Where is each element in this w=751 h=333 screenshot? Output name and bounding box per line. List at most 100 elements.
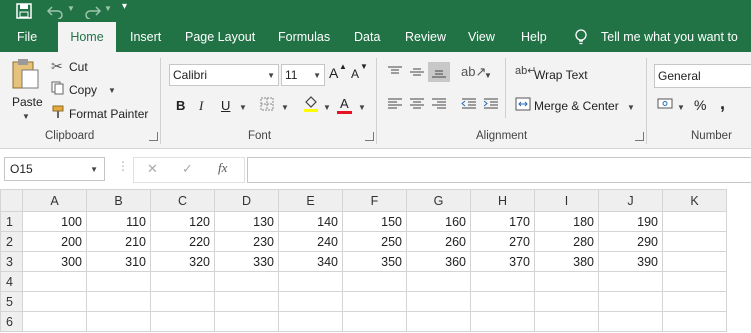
- fill-color-dropdown-icon[interactable]: ▼: [323, 103, 331, 112]
- borders-icon[interactable]: [260, 97, 274, 111]
- cell-a3[interactable]: 300: [22, 251, 87, 272]
- copy-icon[interactable]: [51, 81, 65, 95]
- cell-j2[interactable]: 290: [598, 231, 663, 252]
- align-left-icon[interactable]: [386, 97, 404, 111]
- cell-a2[interactable]: 200: [22, 231, 87, 252]
- cell-f4[interactable]: [342, 271, 407, 292]
- italic-button[interactable]: I: [199, 98, 203, 114]
- accounting-dropdown-icon[interactable]: ▼: [677, 103, 685, 112]
- cell-j6[interactable]: [598, 311, 663, 332]
- cell-c4[interactable]: [150, 271, 215, 292]
- underline-dropdown-icon[interactable]: ▼: [239, 103, 247, 112]
- format-painter-button[interactable]: Format Painter: [69, 107, 148, 121]
- cell-h4[interactable]: [470, 271, 535, 292]
- cell-e5[interactable]: [278, 291, 343, 312]
- cell-k5[interactable]: [662, 291, 727, 312]
- cell-f6[interactable]: [342, 311, 407, 332]
- worksheet-grid[interactable]: A B C D E F G H I J K 1 100 110 120 130 140 15…: [0, 189, 751, 333]
- cell-f3[interactable]: 350: [342, 251, 407, 272]
- increase-indent-icon[interactable]: [482, 97, 500, 111]
- paste-button[interactable]: Paste: [12, 95, 43, 109]
- row-header[interactable]: 4: [0, 271, 23, 292]
- cell-c6[interactable]: [150, 311, 215, 332]
- cell-e3[interactable]: 340: [278, 251, 343, 272]
- cell-f1[interactable]: 150: [342, 211, 407, 232]
- tab-home[interactable]: Home: [58, 22, 116, 52]
- cell-e1[interactable]: 140: [278, 211, 343, 232]
- cell-d3[interactable]: 330: [214, 251, 279, 272]
- cut-button[interactable]: Cut: [69, 60, 88, 74]
- save-icon[interactable]: [16, 3, 32, 19]
- undo-dropdown-icon[interactable]: ▼: [67, 4, 75, 13]
- cell-c2[interactable]: 220: [150, 231, 215, 252]
- cell-b6[interactable]: [86, 311, 151, 332]
- cell-h5[interactable]: [470, 291, 535, 312]
- bottom-align-button[interactable]: [428, 62, 450, 82]
- formula-bar-grip-icon[interactable]: ⋮: [117, 159, 129, 173]
- cell-g6[interactable]: [406, 311, 471, 332]
- cell-c5[interactable]: [150, 291, 215, 312]
- cell-c3[interactable]: 320: [150, 251, 215, 272]
- tab-help[interactable]: Help: [521, 22, 547, 52]
- select-all-corner[interactable]: [0, 189, 23, 212]
- alignment-launcher-icon[interactable]: [635, 132, 644, 141]
- top-align-icon[interactable]: [386, 65, 404, 79]
- column-header[interactable]: B: [86, 189, 151, 212]
- cell-h1[interactable]: 170: [470, 211, 535, 232]
- cell-b1[interactable]: 110: [86, 211, 151, 232]
- grow-font-button[interactable]: A: [329, 65, 338, 81]
- cell-h6[interactable]: [470, 311, 535, 332]
- redo-icon[interactable]: [84, 3, 102, 19]
- fill-color-icon[interactable]: [303, 95, 319, 113]
- accounting-format-icon[interactable]: [657, 97, 673, 111]
- cell-c1[interactable]: 120: [150, 211, 215, 232]
- name-box[interactable]: O15 ▼: [4, 157, 105, 181]
- tab-review[interactable]: Review: [405, 22, 446, 52]
- row-header[interactable]: 5: [0, 291, 23, 312]
- tell-me-search[interactable]: Tell me what you want to do: [601, 22, 751, 74]
- paste-icon[interactable]: [10, 58, 40, 90]
- format-painter-icon[interactable]: [51, 105, 65, 119]
- tab-formulas[interactable]: Formulas: [278, 22, 330, 52]
- cell-a5[interactable]: [22, 291, 87, 312]
- cell-e6[interactable]: [278, 311, 343, 332]
- cell-k4[interactable]: [662, 271, 727, 292]
- cell-a1[interactable]: 100: [22, 211, 87, 232]
- cell-j5[interactable]: [598, 291, 663, 312]
- cell-g4[interactable]: [406, 271, 471, 292]
- cell-f2[interactable]: 250: [342, 231, 407, 252]
- cell-e2[interactable]: 240: [278, 231, 343, 252]
- font-size-dropdown-icon[interactable]: ▼: [313, 71, 321, 80]
- enter-button[interactable]: ✓: [182, 161, 193, 177]
- row-header[interactable]: 1: [0, 211, 23, 232]
- cell-d5[interactable]: [214, 291, 279, 312]
- cell-i5[interactable]: [534, 291, 599, 312]
- copy-button[interactable]: Copy: [69, 83, 97, 97]
- tab-file[interactable]: File: [17, 22, 37, 52]
- font-name-dropdown-icon[interactable]: ▼: [267, 71, 275, 80]
- cell-g3[interactable]: 360: [406, 251, 471, 272]
- cell-i6[interactable]: [534, 311, 599, 332]
- column-header[interactable]: F: [342, 189, 407, 212]
- middle-align-icon[interactable]: [408, 65, 426, 79]
- column-header[interactable]: I: [534, 189, 599, 212]
- cell-i1[interactable]: 180: [534, 211, 599, 232]
- cell-a6[interactable]: [22, 311, 87, 332]
- font-size-select[interactable]: 11 ▼: [281, 64, 325, 86]
- cut-icon[interactable]: ✂: [51, 58, 63, 75]
- name-box-dropdown-icon[interactable]: ▼: [90, 165, 98, 174]
- copy-dropdown-icon[interactable]: ▼: [108, 86, 116, 95]
- column-header[interactable]: E: [278, 189, 343, 212]
- redo-dropdown-icon[interactable]: ▼: [104, 4, 112, 13]
- align-right-icon[interactable]: [430, 97, 448, 111]
- cell-d1[interactable]: 130: [214, 211, 279, 232]
- cell-i3[interactable]: 380: [534, 251, 599, 272]
- cell-e4[interactable]: [278, 271, 343, 292]
- cell-k6[interactable]: [662, 311, 727, 332]
- column-header[interactable]: G: [406, 189, 471, 212]
- cell-k3[interactable]: [662, 251, 727, 272]
- align-center-icon[interactable]: [408, 97, 426, 111]
- comma-style-button[interactable]: ,: [720, 93, 725, 114]
- cell-b5[interactable]: [86, 291, 151, 312]
- bold-button[interactable]: B: [176, 98, 185, 113]
